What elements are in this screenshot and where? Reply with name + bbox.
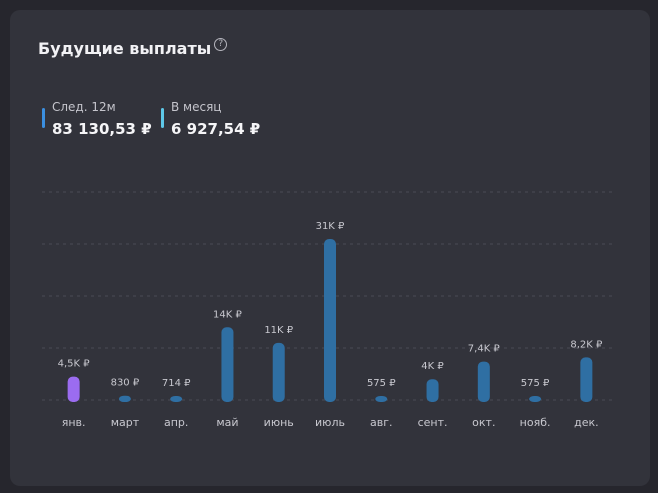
bar-value-label: 575 ₽ (367, 378, 396, 389)
x-tick-label: сент. (418, 416, 448, 429)
future-payouts-card: Будущие выплаты ? След. 12м 83 130,53 ₽ … (10, 10, 650, 486)
x-tick-label: апр. (164, 416, 188, 429)
x-tick-label: июнь (264, 416, 294, 429)
bar-10[interactable] (580, 357, 593, 402)
bar-0[interactable] (67, 376, 80, 402)
bar-9[interactable] (529, 396, 542, 402)
bar-value-label: 31K ₽ (316, 221, 345, 232)
bar-6[interactable] (375, 396, 388, 402)
bar-value-label: 7,4K ₽ (468, 344, 501, 355)
x-tick-label: янв. (62, 416, 86, 429)
bar-8[interactable] (477, 361, 490, 402)
bar-7[interactable] (426, 379, 439, 402)
x-tick-label: авг. (370, 416, 393, 429)
bar-value-label: 8,2K ₽ (570, 339, 603, 350)
bar-value-label: 4,5K ₽ (58, 359, 91, 370)
bar-2[interactable] (170, 396, 183, 402)
bar-1[interactable] (118, 395, 131, 402)
x-tick-label: нояб. (520, 416, 551, 429)
bar-4[interactable] (272, 342, 285, 402)
bar-5[interactable] (324, 239, 336, 402)
bar-value-label: 4K ₽ (421, 361, 444, 372)
bar-value-label: 575 ₽ (521, 378, 550, 389)
bar-value-label: 830 ₽ (111, 378, 140, 389)
bar-value-label: 11K ₽ (264, 325, 293, 336)
bar-value-label: 14K ₽ (213, 309, 242, 320)
x-tick-label: окт. (472, 416, 495, 429)
x-tick-label: дек. (574, 416, 599, 429)
payouts-bar-chart: 4,5K ₽ янв. 830 ₽ март 714 ₽ апр. 14K ₽ май 11K … (42, 191, 612, 429)
bar-3[interactable] (221, 327, 234, 402)
bar-value-label: 714 ₽ (162, 378, 191, 389)
x-tick-label: май (216, 416, 238, 429)
x-tick-label: июль (315, 416, 345, 429)
x-tick-label: март (111, 416, 140, 429)
